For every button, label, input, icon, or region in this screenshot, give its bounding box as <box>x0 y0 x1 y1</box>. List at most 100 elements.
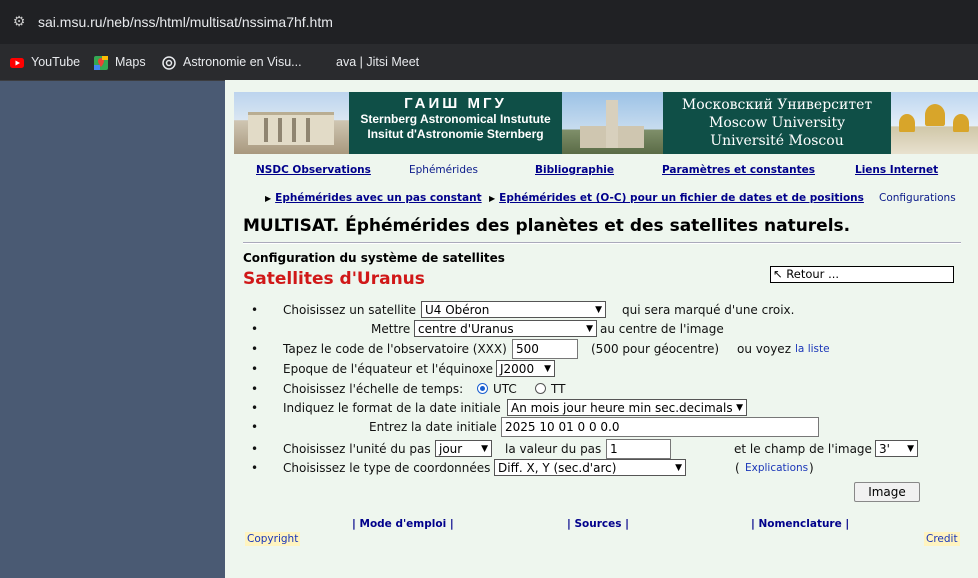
address-bar[interactable]: ⚙ sai.msu.ru/neb/nss/html/multisat/nssim… <box>0 0 978 44</box>
bookmark-jitsi[interactable]: ava | Jitsi Meet <box>336 53 419 71</box>
banner: ГАИШ МГУ Sternberg Astronomical Instutut… <box>234 92 978 154</box>
copyright-link[interactable]: Copyright <box>245 532 301 546</box>
utc-radio[interactable] <box>477 383 488 394</box>
centre-after-text: au centre de l'image <box>600 322 724 336</box>
tt-radio[interactable] <box>535 383 546 394</box>
coordonnees-label: Choisissez le type de coordonnées <box>283 461 491 475</box>
select-value: 3' <box>879 442 890 456</box>
system-title: Satellites d'Uranus <box>243 269 425 289</box>
bookmark-astronomie[interactable]: Astronomie en Visu... <box>162 53 302 71</box>
page-title: MULTISAT. Éphémérides des planètes et de… <box>243 216 851 236</box>
centre-select[interactable]: centre d'Uranus ▼ <box>414 320 597 337</box>
divider <box>243 242 961 244</box>
date-input[interactable]: 2025 10 01 0 0 0.0 <box>501 417 819 437</box>
nav-nsdc-observations[interactable]: NSDC Observations <box>256 164 371 176</box>
chevron-down-icon: ▼ <box>736 403 743 413</box>
select-value: centre d'Uranus <box>418 322 514 336</box>
echelle-label: Choisissez l'échelle de temps: <box>283 382 464 396</box>
row-satellite: • Choisissez un satellite U4 Obéron ▼ qui… <box>251 300 851 320</box>
nav-liens-internet[interactable]: Liens Internet <box>855 164 938 176</box>
format-label: Indiquez le format de la date initiale <box>283 401 501 415</box>
site-settings-icon[interactable]: ⚙ <box>10 13 28 31</box>
nav-ephemerides-pas-constant[interactable]: ▶ Ephémérides avec un pas constant <box>265 192 482 204</box>
select-value: Diff. X, Y (sec.d'arc) <box>498 461 617 475</box>
satellite-select[interactable]: U4 Obéron ▼ <box>421 301 606 318</box>
section-subtitle: Configuration du système de satellites <box>243 251 505 265</box>
nav-ephemerides-fichier[interactable]: ▶ Ephémérides et (O-C) pour un fichier de… <box>489 192 864 204</box>
retour-select[interactable]: ↖ Retour ... <box>770 266 954 283</box>
format-select[interactable]: An mois jour heure min sec.decimals ▼ <box>507 399 747 416</box>
nav-label: Ephémérides et (O-C) pour un fichier de … <box>499 192 864 204</box>
triangle-right-icon: ▶ <box>489 194 496 203</box>
bookmark-label: Astronomie en Visu... <box>183 55 302 69</box>
gaish-english: Sternberg Astronomical Instutute <box>360 112 551 126</box>
credit-link[interactable]: Credit <box>924 532 960 546</box>
row-pas: • Choisissez l'unité du pas jour ▼ la val… <box>251 439 931 459</box>
select-value: An mois jour heure min sec.decimals <box>511 401 733 415</box>
msu-english: Moscow University <box>708 115 846 131</box>
observatoire-input[interactable]: 500 <box>512 339 578 359</box>
bookmark-label: YouTube <box>31 55 81 69</box>
chevron-down-icon: ▼ <box>675 463 682 473</box>
row-observatoire: • Tapez le code de l'observatoire (XXX) … <box>251 339 891 359</box>
msu-russian: Московский Университет <box>681 97 873 113</box>
utc-label: UTC <box>493 382 517 396</box>
chevron-down-icon: ▼ <box>481 444 488 454</box>
observatoire-note: (500 pour géocentre) <box>591 342 720 356</box>
observatoire-or-text: ou voyez <box>737 342 791 356</box>
bookmark-label: Maps <box>115 55 146 69</box>
row-epoque: • Epoque de l'équateur et l'équinoxe J20… <box>251 359 851 379</box>
church-photo <box>891 92 978 154</box>
nav-bibliographie[interactable]: Bibliographie <box>535 164 614 176</box>
chevron-down-icon: ▼ <box>907 444 914 454</box>
msu-french: Université Moscou <box>710 133 844 149</box>
explications-link[interactable]: Explications <box>745 458 808 478</box>
observatoire-label: Tapez le code de l'observatoire (XXX) <box>283 342 507 356</box>
pas-value-label: la valeur du pas <box>505 442 602 456</box>
row-echelle: • Choisissez l'échelle de temps: UTC TT <box>251 379 851 399</box>
gaish-title: ГАИШ МГУ <box>404 95 507 112</box>
msu-title-block: Московский Университет Moscow University… <box>663 92 891 154</box>
row-date: • Entrez la date initiale 2025 10 01 0 0… <box>251 417 851 437</box>
tt-label: TT <box>551 382 566 396</box>
select-value: J2000 <box>500 362 535 376</box>
nav-label: Ephémérides avec un pas constant <box>275 192 482 204</box>
nav-ephemerides[interactable]: Ephémérides <box>409 164 478 176</box>
centre-label: Mettre <box>371 322 411 336</box>
spiral-icon <box>162 55 176 70</box>
pas-unit-label: Choisissez l'unité du pas <box>283 442 431 456</box>
bookmark-label: ava | Jitsi Meet <box>336 55 420 69</box>
arrow-up-left-icon: ↖ <box>773 267 783 281</box>
bookmark-youtube[interactable]: YouTube <box>10 53 80 71</box>
nav-parametres[interactable]: Paramètres et constantes <box>662 164 815 176</box>
footer-nomenclature[interactable]: | Nomenclature | <box>751 518 849 530</box>
footer-mode-emploi[interactable]: | Mode d'emploi | <box>352 518 454 530</box>
url-text[interactable]: sai.msu.ru/neb/nss/html/multisat/nssima7… <box>38 13 333 31</box>
epoque-select[interactable]: J2000 ▼ <box>496 360 555 377</box>
footer-sources[interactable]: | Sources | <box>567 518 629 530</box>
youtube-icon <box>10 57 24 68</box>
observatory-photo <box>234 92 349 154</box>
row-coordonnees: • Choisissez le type de coordonnées Diff… <box>251 458 871 478</box>
msu-building-photo <box>562 92 663 154</box>
champ-select[interactable]: 3' ▼ <box>875 440 918 457</box>
select-value: jour <box>439 442 463 456</box>
gaish-french: Insitut d'Astronomie Sternberg <box>367 127 544 141</box>
champ-label: et le champ de l'image <box>734 442 872 456</box>
epoque-label: Epoque de l'équateur et l'équinoxe <box>283 362 493 376</box>
paren-open: ( <box>735 461 740 475</box>
configurations-label: Configurations <box>879 192 956 204</box>
coordonnees-select[interactable]: Diff. X, Y (sec.d'arc) ▼ <box>494 459 686 476</box>
row-format: • Indiquez le format de la date initiale… <box>251 398 851 418</box>
gaish-logo-block: ГАИШ МГУ Sternberg Astronomical Instutut… <box>349 92 562 154</box>
pas-value-input[interactable]: 1 <box>606 439 671 459</box>
retour-label: Retour ... <box>786 267 840 281</box>
page-content: ГАИШ МГУ Sternberg Astronomical Instutut… <box>225 80 978 578</box>
paren-close: ) <box>809 461 814 475</box>
maps-icon <box>94 55 108 70</box>
bookmarks-bar: YouTube Maps Astronomie en Visu... ava |… <box>0 44 978 81</box>
bookmark-maps[interactable]: Maps <box>94 53 146 71</box>
image-button[interactable]: Image <box>854 482 920 502</box>
liste-link[interactable]: la liste <box>795 339 830 359</box>
pas-unit-select[interactable]: jour ▼ <box>435 440 492 457</box>
